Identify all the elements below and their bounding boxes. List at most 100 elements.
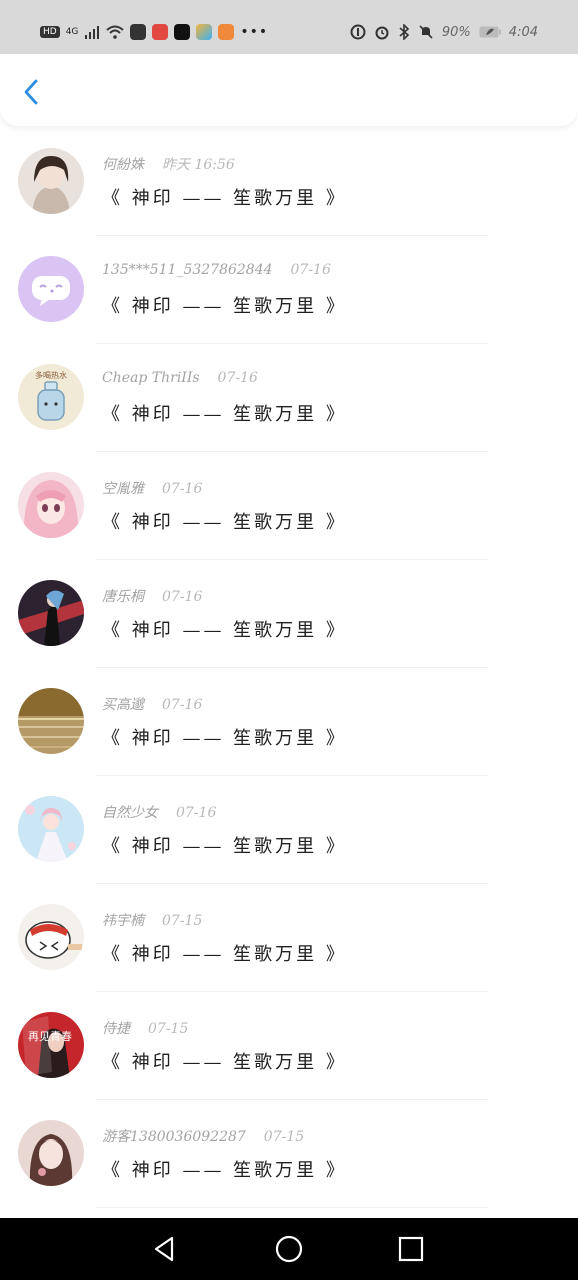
message-text: 《 神印 —— 笙歌万里 》: [102, 512, 347, 533]
sender-name: 买高邈: [102, 697, 144, 713]
divider: [96, 1207, 488, 1208]
message-row[interactable]: 唐乐桐 07-16 《 神印 —— 笙歌万里 》: [0, 560, 578, 668]
message-text: 《 神印 —— 笙歌万里 》: [102, 620, 347, 641]
bluetooth-icon: [399, 24, 410, 40]
message-time: 07-15: [263, 1129, 305, 1145]
sender-name: 游客1380036092287: [102, 1129, 246, 1145]
avatar-caption: 多喝热水: [35, 370, 67, 380]
mute-icon: [419, 25, 433, 39]
avatar[interactable]: 再见青春: [18, 1012, 84, 1078]
message-row[interactable]: 多喝热水 Cheap ThriIIs 07-16 《 神印 —— 笙歌万里 》: [0, 344, 578, 452]
avatar[interactable]: [18, 1120, 84, 1186]
avatar[interactable]: [18, 688, 84, 754]
message-time: 07-16: [176, 805, 217, 821]
avatar-image: [18, 148, 84, 214]
sender-name: Cheap ThriIIs: [102, 370, 200, 386]
tiktok-icon: [174, 24, 191, 40]
avatar-image: [18, 796, 84, 862]
app-notification-icon: [152, 24, 169, 40]
message-time: 07-16: [217, 370, 258, 386]
avatar-image: [18, 580, 84, 646]
clock: 4:04: [508, 24, 538, 40]
message-meta: 何紛姝 昨天 16:56: [102, 154, 235, 174]
signal-type: 4G: [65, 26, 79, 37]
avatar[interactable]: 多喝热水: [18, 364, 84, 430]
back-arrow-icon[interactable]: [20, 78, 42, 106]
message-row[interactable]: 游客1380036092287 07-15 《 神印 —— 笙歌万里 》: [0, 1100, 578, 1208]
more-notifications-icon: •••: [240, 24, 269, 40]
sender-name: 祎宇楠: [102, 913, 144, 929]
message-time: 07-15: [162, 913, 203, 929]
message-meta: 唐乐桐 07-16: [102, 586, 202, 606]
message-time: 07-16: [162, 589, 203, 605]
avatar-image: 多喝热水: [18, 364, 84, 430]
battery-percent: 90%: [441, 24, 471, 40]
sender-name: 自然少女: [102, 805, 158, 821]
message-text: 《 神印 —— 笙歌万里 》: [102, 404, 347, 425]
message-text: 《 神印 —— 笙歌万里 》: [102, 188, 347, 209]
sender-name: 空胤雅: [102, 481, 144, 497]
avatar-image: [18, 1120, 84, 1186]
data-saver-icon: [350, 24, 366, 40]
signal-icon: [85, 26, 100, 39]
hd-badge: HD: [40, 26, 60, 38]
nav-back-icon[interactable]: [150, 1234, 180, 1264]
avatar[interactable]: [18, 472, 84, 538]
avatar[interactable]: [18, 256, 84, 322]
message-row[interactable]: 自然少女 07-16 《 神印 —— 笙歌万里 》: [0, 776, 578, 884]
message-list: 何紛姝 昨天 16:56 《 神印 —— 笙歌万里 》 135***511_532…: [0, 128, 578, 1208]
message-time: 07-16: [162, 697, 203, 713]
message-text: 《 神印 —— 笙歌万里 》: [102, 728, 347, 749]
message-row[interactable]: 何紛姝 昨天 16:56 《 神印 —— 笙歌万里 》: [0, 128, 578, 236]
app-notification-icon: [196, 24, 213, 40]
message-time: 07-16: [290, 262, 331, 278]
default-avatar-icon: [18, 256, 84, 322]
message-meta: 135***511_5327862844 07-16: [102, 262, 331, 278]
status-left: HD 4G •••: [40, 24, 268, 40]
message-row[interactable]: 135***511_5327862844 07-16 《 神印 —— 笙歌万里 》: [0, 236, 578, 344]
app-notification-icon: [130, 24, 147, 40]
sender-name: 何紛姝: [102, 157, 144, 173]
message-meta: 空胤雅 07-16: [102, 478, 202, 498]
message-time: 07-16: [162, 481, 203, 497]
message-meta: 游客1380036092287 07-15: [102, 1126, 304, 1146]
message-row[interactable]: 空胤雅 07-16 《 神印 —— 笙歌万里 》: [0, 452, 578, 560]
battery-icon: [479, 26, 501, 38]
message-meta: 自然少女 07-16: [102, 802, 216, 822]
message-meta: 侍捷 07-15: [102, 1018, 188, 1038]
wifi-icon: [106, 25, 125, 39]
message-text: 《 神印 —— 笙歌万里 》: [102, 836, 347, 857]
avatar-image: [18, 472, 84, 538]
system-nav-bar: [0, 1218, 578, 1280]
avatar-caption: 再见青春: [28, 1030, 72, 1043]
message-text: 《 神印 —— 笙歌万里 》: [102, 1052, 347, 1073]
message-text: 《 神印 —— 笙歌万里 》: [102, 944, 347, 965]
nav-home-icon[interactable]: [274, 1234, 304, 1264]
alarm-icon: [375, 26, 389, 40]
status-bar: HD 4G ••• 90% 4:04: [0, 0, 578, 54]
message-meta: Cheap ThriIIs 07-16: [102, 370, 258, 386]
message-time: 07-15: [148, 1021, 189, 1037]
avatar-image: [18, 688, 84, 754]
sender-name: 侍捷: [102, 1021, 130, 1037]
message-text: 《 神印 —— 笙歌万里 》: [102, 296, 347, 317]
avatar[interactable]: [18, 904, 84, 970]
avatar[interactable]: [18, 796, 84, 862]
message-meta: 祎宇楠 07-15: [102, 910, 202, 930]
top-bar: [0, 54, 578, 126]
message-row[interactable]: 买高邈 07-16 《 神印 —— 笙歌万里 》: [0, 668, 578, 776]
app-notification-icon: [218, 24, 235, 40]
message-row[interactable]: 祎宇楠 07-15 《 神印 —— 笙歌万里 》: [0, 884, 578, 992]
message-meta: 买高邈 07-16: [102, 694, 202, 714]
avatar-image: 再见青春: [18, 1012, 84, 1078]
sender-name: 135***511_5327862844: [102, 262, 273, 278]
status-right: 90% 4:04: [350, 24, 538, 40]
nav-recents-icon[interactable]: [396, 1234, 426, 1264]
avatar[interactable]: [18, 580, 84, 646]
avatar[interactable]: [18, 148, 84, 214]
avatar-image: [18, 904, 84, 970]
sender-name: 唐乐桐: [102, 589, 144, 605]
message-time: 昨天 16:56: [162, 157, 235, 173]
message-text: 《 神印 —— 笙歌万里 》: [102, 1160, 347, 1181]
message-row[interactable]: 再见青春 侍捷 07-15 《 神印 —— 笙歌万里 》: [0, 992, 578, 1100]
